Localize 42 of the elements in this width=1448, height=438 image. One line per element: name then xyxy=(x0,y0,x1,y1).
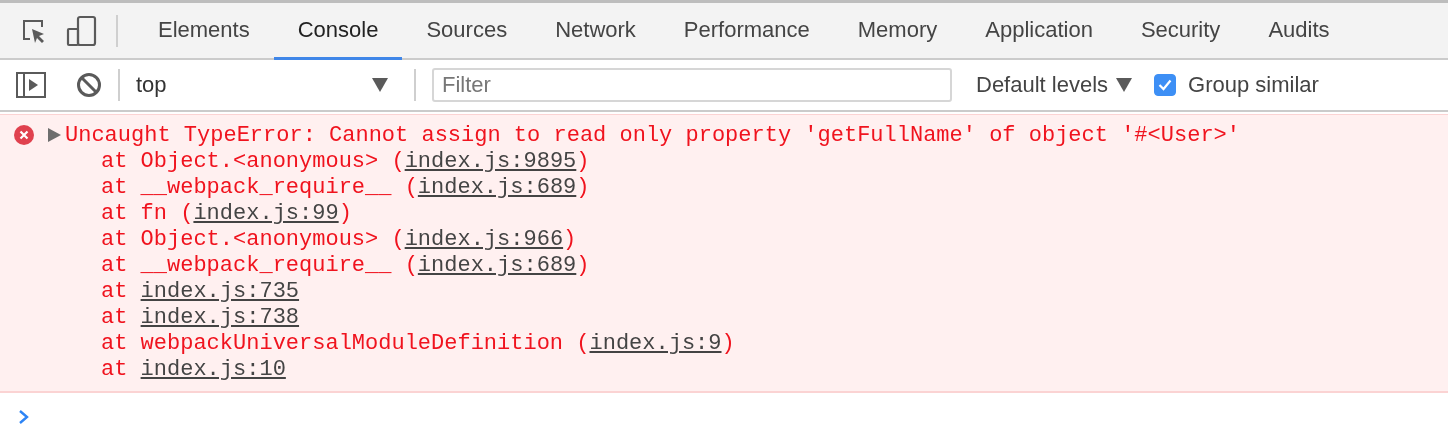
checkbox-label[interactable]: Group similar xyxy=(1188,72,1319,98)
source-link[interactable]: index.js:9895 xyxy=(404,149,577,174)
dropdown-arrow-icon xyxy=(372,78,388,92)
stack-frame: at __webpack_require__ (index.js:689) xyxy=(0,175,1448,201)
levels-dropdown[interactable]: Default levels xyxy=(968,72,1141,98)
error-icon xyxy=(14,125,34,145)
source-link[interactable]: index.js:99 xyxy=(193,201,339,226)
filter-field[interactable]: Filter xyxy=(432,68,952,102)
sidebar-toggle-icon[interactable] xyxy=(16,72,46,98)
dropdown-arrow-icon xyxy=(1116,78,1133,92)
device-icon[interactable] xyxy=(66,14,98,47)
prompt-chevron-icon[interactable] xyxy=(18,409,30,425)
checkbox[interactable] xyxy=(1154,74,1177,96)
stack-frame: at index.js:10 xyxy=(0,357,1448,383)
source-link[interactable]: index.js:738 xyxy=(140,305,300,330)
tab[interactable]: Sources xyxy=(402,3,532,60)
stack-frame: at webpackUniversalModuleDefinition (index.js:9) xyxy=(0,331,1448,357)
stack-frame: at index.js:738 xyxy=(0,305,1448,331)
tab[interactable]: Application xyxy=(961,3,1117,60)
tab[interactable]: Audits xyxy=(1244,3,1354,60)
source-link[interactable]: index.js:10 xyxy=(140,357,286,382)
stack-frame: at Object.<anonymous> (index.js:9895) xyxy=(0,149,1448,175)
source-link[interactable]: index.js:689 xyxy=(417,253,577,278)
expand-triangle-icon[interactable] xyxy=(48,128,61,142)
stack-frame: at fn (index.js:99) xyxy=(0,201,1448,227)
tab[interactable]: Memory xyxy=(833,3,962,60)
context-select[interactable]: top xyxy=(136,72,398,98)
clear-icon[interactable] xyxy=(76,72,102,98)
tab[interactable]: Network xyxy=(531,3,660,60)
checkmark-icon xyxy=(1158,79,1173,91)
tab[interactable]: Console xyxy=(273,3,403,60)
tab[interactable]: Elements xyxy=(134,3,274,60)
stack-frame: at Object.<anonymous> (index.js:966) xyxy=(0,227,1448,253)
source-link[interactable]: index.js:689 xyxy=(417,175,577,200)
stack-frame: at index.js:735 xyxy=(0,279,1448,305)
tab[interactable]: Security xyxy=(1116,3,1245,60)
source-link[interactable]: index.js:735 xyxy=(140,279,300,304)
source-link[interactable]: index.js:9 xyxy=(589,331,722,356)
tab[interactable]: Performance xyxy=(659,3,834,60)
stack-frame: at __webpack_require__ (index.js:689) xyxy=(0,253,1448,279)
error-message: Uncaught TypeError: Cannot assign to read only property 'getFullName' of object '#<User>' xyxy=(65,122,1240,148)
source-link[interactable]: index.js:966 xyxy=(404,227,564,252)
